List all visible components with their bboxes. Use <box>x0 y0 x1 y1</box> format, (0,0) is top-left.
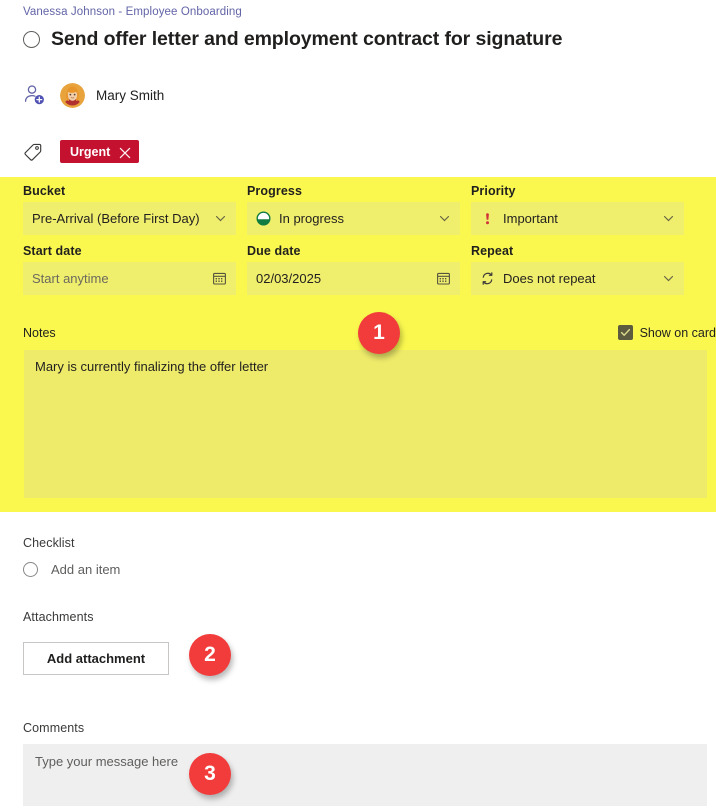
show-on-card-toggle[interactable]: Show on card <box>617 325 716 340</box>
repeat-field: Repeat Does not repeat <box>471 244 684 295</box>
comment-input[interactable]: Type your message here <box>23 744 707 806</box>
task-complete-checkbox[interactable] <box>23 31 40 48</box>
repeat-label: Repeat <box>471 244 514 258</box>
exclamation-icon <box>480 211 495 226</box>
page-title: Send offer letter and employment contrac… <box>51 28 563 50</box>
comments-label: Comments <box>23 721 85 735</box>
due-date-input[interactable]: 02/03/2025 <box>247 262 460 295</box>
add-attachment-button[interactable]: Add attachment <box>23 642 169 675</box>
show-on-card-label: Show on card <box>639 325 716 340</box>
calendar-icon[interactable] <box>212 271 227 286</box>
chevron-down-icon <box>662 272 675 285</box>
checklist-add-placeholder: Add an item <box>51 562 121 577</box>
comment-placeholder: Type your message here <box>35 754 179 769</box>
repeat-icon <box>480 271 495 286</box>
start-date-input[interactable]: Start anytime <box>23 262 236 295</box>
checklist-add-row[interactable]: Add an item <box>23 562 120 577</box>
repeat-value: Does not repeat <box>503 271 596 286</box>
assignee-row: Mary Smith <box>21 82 164 108</box>
due-date-field: Due date 02/03/2025 <box>247 244 460 295</box>
label-text: Urgent <box>70 144 111 159</box>
tag-icon[interactable] <box>23 141 44 162</box>
breadcrumb[interactable]: Vanessa Johnson - Employee Onboarding <box>23 6 242 18</box>
notes-label: Notes <box>23 325 56 340</box>
add-person-icon[interactable] <box>21 82 47 108</box>
progress-select[interactable]: In progress <box>247 202 460 235</box>
due-date-label: Due date <box>247 244 301 258</box>
checklist-circle-icon <box>23 562 38 577</box>
bucket-select[interactable]: Pre-Arrival (Before First Day) <box>23 202 236 235</box>
task-fields: Bucket Pre-Arrival (Before First Day) Pr… <box>23 184 716 304</box>
chevron-down-icon <box>214 212 227 225</box>
notes-text: Mary is currently finalizing the offer l… <box>35 359 269 374</box>
fields-row-2: Start date Start anytime Due date 02/03/… <box>23 244 716 295</box>
progress-half-circle-icon <box>256 211 271 226</box>
progress-value: In progress <box>279 211 345 226</box>
chevron-down-icon <box>438 212 451 225</box>
progress-field: Progress In progress <box>247 184 460 235</box>
progress-label: Progress <box>247 184 302 198</box>
start-date-value: Start anytime <box>32 271 109 286</box>
bucket-label: Bucket <box>23 184 66 198</box>
calendar-icon[interactable] <box>436 271 451 286</box>
label-urgent[interactable]: Urgent <box>60 140 140 163</box>
start-date-field: Start date Start anytime <box>23 244 236 295</box>
priority-label: Priority <box>471 184 516 198</box>
annotation-badge-3: 3 <box>189 753 231 795</box>
priority-field: Priority Important <box>471 184 684 235</box>
due-date-value: 02/03/2025 <box>256 271 322 286</box>
close-icon[interactable] <box>119 146 131 158</box>
bucket-value: Pre-Arrival (Before First Day) <box>32 211 200 226</box>
assignee-name: Mary Smith <box>96 87 165 103</box>
task-detail-panel: Vanessa Johnson - Employee Onboarding Se… <box>0 0 716 811</box>
repeat-select[interactable]: Does not repeat <box>471 262 684 295</box>
avatar[interactable] <box>60 82 85 108</box>
start-date-label: Start date <box>23 244 82 258</box>
fields-row-1: Bucket Pre-Arrival (Before First Day) Pr… <box>23 184 716 235</box>
priority-select[interactable]: Important <box>471 202 684 235</box>
checklist-label: Checklist <box>23 536 75 550</box>
task-title-row: Send offer letter and employment contrac… <box>23 28 562 51</box>
bucket-field: Bucket Pre-Arrival (Before First Day) <box>23 184 236 235</box>
annotation-badge-2: 2 <box>189 634 231 676</box>
notes-textarea[interactable]: Mary is currently finalizing the offer l… <box>24 350 707 498</box>
attachments-label: Attachments <box>23 610 94 624</box>
chevron-down-icon <box>662 212 675 225</box>
checkbox-checked-icon <box>617 325 633 340</box>
label-row: Urgent <box>23 140 140 163</box>
annotation-badge-1: 1 <box>358 312 400 354</box>
priority-value: Important <box>503 211 558 226</box>
